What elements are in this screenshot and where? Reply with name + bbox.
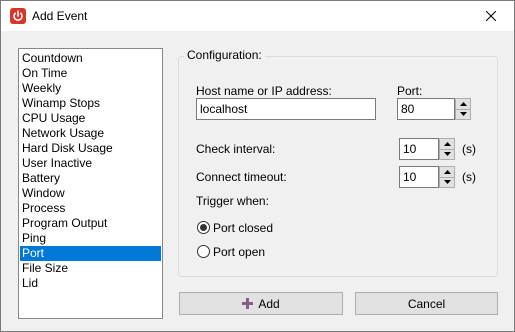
connect-timeout-stepper[interactable] xyxy=(439,166,455,188)
list-item[interactable]: Weekly xyxy=(20,81,161,96)
host-input[interactable] xyxy=(196,98,376,120)
check-interval-label: Check interval: xyxy=(196,142,276,156)
list-item[interactable]: Hard Disk Usage xyxy=(20,141,161,156)
trigger-label: Trigger when: xyxy=(196,194,269,208)
check-interval-stepper[interactable] xyxy=(439,138,455,160)
list-item[interactable]: Ping xyxy=(20,231,161,246)
spin-down-button[interactable] xyxy=(439,149,455,160)
add-button-label: Add xyxy=(258,296,280,311)
title-bar: Add Event xyxy=(1,1,514,31)
close-button[interactable] xyxy=(468,1,514,31)
connect-timeout-label: Connect timeout: xyxy=(196,170,287,184)
check-interval-unit: (s) xyxy=(462,142,476,156)
add-event-dialog: Add Event Countdown On Time Weekly Winam… xyxy=(0,0,515,332)
window-title: Add Event xyxy=(32,9,88,23)
list-item[interactable]: Winamp Stops xyxy=(20,96,161,111)
port-input[interactable] xyxy=(397,98,455,120)
port-open-label[interactable]: Port open xyxy=(213,245,265,259)
arrow-down-icon xyxy=(459,112,467,117)
event-type-list[interactable]: Countdown On Time Weekly Winamp Stops CP… xyxy=(18,48,163,319)
arrow-up-icon xyxy=(459,101,467,106)
list-item[interactable]: Program Output xyxy=(20,216,161,231)
arrow-down-icon xyxy=(443,152,451,157)
list-item[interactable]: Lid xyxy=(20,276,161,291)
port-label: Port: xyxy=(397,84,423,98)
port-closed-label[interactable]: Port closed xyxy=(213,221,273,235)
cancel-button[interactable]: Cancel xyxy=(355,292,498,315)
list-item-selected[interactable]: Port xyxy=(20,246,161,261)
arrow-down-icon xyxy=(443,180,451,185)
power-icon xyxy=(10,8,26,24)
check-interval-input[interactable] xyxy=(399,138,439,160)
list-item[interactable]: Process xyxy=(20,201,161,216)
configuration-legend: Configuration: xyxy=(184,48,265,62)
plus-icon xyxy=(242,298,254,309)
spin-up-button[interactable] xyxy=(455,98,471,110)
list-item[interactable]: File Size xyxy=(20,261,161,276)
list-item[interactable]: Window xyxy=(20,186,161,201)
connect-timeout-input[interactable] xyxy=(399,166,439,188)
list-item[interactable]: User Inactive xyxy=(20,156,161,171)
spin-up-button[interactable] xyxy=(439,166,455,178)
add-button[interactable]: Add xyxy=(179,292,343,315)
arrow-up-icon xyxy=(443,141,451,146)
port-closed-radio[interactable] xyxy=(197,221,210,234)
list-item[interactable]: Countdown xyxy=(20,51,161,66)
host-label: Host name or IP address: xyxy=(196,84,332,98)
list-item[interactable]: Battery xyxy=(20,171,161,186)
port-stepper[interactable] xyxy=(455,98,471,120)
port-open-radio[interactable] xyxy=(197,245,210,258)
spin-down-button[interactable] xyxy=(439,177,455,188)
close-icon xyxy=(486,11,496,21)
spin-down-button[interactable] xyxy=(455,109,471,120)
cancel-button-label: Cancel xyxy=(407,296,446,311)
list-item[interactable]: On Time xyxy=(20,66,161,81)
connect-timeout-unit: (s) xyxy=(462,170,476,184)
list-item[interactable]: CPU Usage xyxy=(20,111,161,126)
arrow-up-icon xyxy=(443,169,451,174)
list-item[interactable]: Network Usage xyxy=(20,126,161,141)
radio-selected-dot xyxy=(200,224,207,231)
spin-up-button[interactable] xyxy=(439,138,455,150)
